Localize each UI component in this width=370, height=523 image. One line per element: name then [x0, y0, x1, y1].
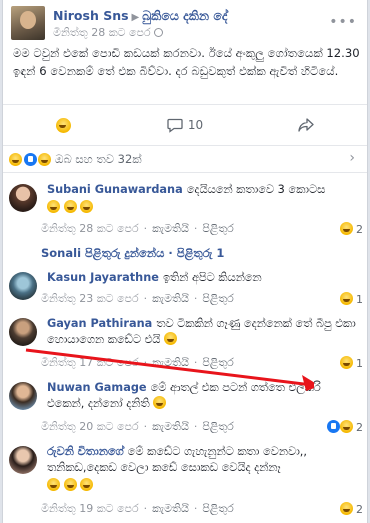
reactions-summary[interactable]: ඔබ සහ තව 32ක් ›	[3, 147, 367, 173]
haha-reaction-icon	[339, 502, 353, 515]
replies-author: Sonali පිළිතුරු දුන්නේය	[41, 246, 165, 260]
comment-text: රුවනි විතානගේ මේ කඩේට ගැහැනුන්ට කතා වෙනවා…	[47, 444, 357, 494]
comment-text: Subani Gunawardana දෙයියනේ කතාවෙ 3 කොටස	[47, 182, 357, 216]
like-link[interactable]: කැමතියි	[152, 356, 189, 369]
commenter-name[interactable]: Nuwan Gamage	[47, 381, 147, 394]
reply-link[interactable]: පිළිතුර	[202, 420, 233, 433]
post-body: මම ටවුන් එකේ පොඩි කඩයක් කරනවා. ඊයේ අංකුල…	[13, 46, 360, 78]
group-name-link[interactable]: බුකියෙ දකින දේ	[142, 8, 227, 23]
comment-time[interactable]: මිනිත්තු 17 කට පෙර	[41, 356, 139, 369]
comment-time[interactable]: මිනිත්තු 28 කට පෙර	[41, 222, 139, 235]
haha-emoji-icon	[164, 332, 177, 345]
comment-text: Kasun Jayarathne ඉතින් අපිට කියන්නෙ	[47, 270, 357, 286]
post-header: Nirosh Sns ▶ බුකියෙ දකින දේ මිනිත්තු 28 කට…	[11, 6, 359, 42]
comment-time[interactable]: මිනිත්තු 19 කට පෙර	[41, 502, 139, 515]
post-time-text: මිනිත්තු 28 කට පෙර	[53, 26, 151, 39]
comment-button[interactable]: 10	[124, 105, 245, 145]
post-action-bar: 10	[3, 104, 367, 146]
comment-meta: මිනිත්තු 23 කට පෙර · කැමතියි · පිළිතුර	[41, 292, 234, 305]
comment-time[interactable]: මිනිත්තු 23 කට පෙර	[41, 292, 139, 305]
comment-body: ඉතින් අපිට කියන්නෙ	[162, 271, 262, 284]
like-link[interactable]: කැමතියි	[152, 292, 189, 305]
comment-icon	[167, 118, 183, 133]
reply-link[interactable]: පිළිතුර	[202, 292, 233, 305]
haha-emoji-icon	[153, 396, 167, 409]
comment-count: 10	[187, 118, 204, 132]
reaction-count-text: 2	[356, 503, 363, 516]
like-link[interactable]: කැමතියි	[152, 420, 189, 433]
reaction-count-text: 2	[356, 223, 363, 236]
commenter-name[interactable]: රුවනි විතානගේ	[47, 445, 124, 458]
haha-reaction-icon	[9, 153, 22, 166]
haha-emoji-icon	[80, 478, 94, 491]
like-link[interactable]: කැමතියි	[152, 502, 189, 515]
comment-body: දෙයියනේ කතාවෙ 3 කොටස	[186, 183, 326, 196]
reply-link[interactable]: පිළිතුර	[202, 502, 233, 515]
haha-emoji-icon	[63, 200, 77, 213]
globe-icon	[153, 28, 163, 37]
author-avatar[interactable]	[11, 6, 45, 40]
comment-time[interactable]: මිනිත්තු 20 කට පෙර	[41, 420, 139, 433]
post-timestamp[interactable]: මිනිත්තු 28 කට පෙර	[53, 26, 163, 40]
haha-reaction-icon	[339, 356, 353, 369]
haha-emoji-icon	[56, 117, 72, 133]
wow-reaction-icon	[38, 153, 52, 166]
share-button[interactable]	[246, 105, 367, 145]
post-card: Nirosh Sns ▶ බුකියෙ දකින දේ මිනිත්තු 28 කට…	[2, 0, 368, 523]
view-replies-link[interactable]: Sonali පිළිතුරු දුන්නේය · පිළිතුරු 1	[41, 246, 224, 261]
commenter-avatar[interactable]	[9, 446, 37, 474]
reply-link[interactable]: පිළිතුර	[202, 356, 233, 369]
commenter-name[interactable]: Gayan Pathirana	[47, 317, 152, 330]
commenter-name[interactable]: Subani Gunawardana	[47, 183, 183, 196]
replies-count: පිළිතුරු 1	[176, 246, 225, 260]
haha-emoji-icon	[63, 478, 77, 491]
comment-reaction-count[interactable]: 1	[339, 292, 363, 306]
haha-reaction-icon	[339, 420, 353, 433]
arrow-right-icon: ▶	[131, 12, 140, 23]
comment-reaction-count[interactable]: 1	[339, 356, 363, 370]
comment-meta: මිනිත්තු 20 කට පෙර · කැමතියි · පිළිතුර	[41, 420, 234, 433]
post-title: Nirosh Sns ▶ බුකියෙ දකින දේ	[53, 8, 227, 24]
reaction-icons	[9, 153, 52, 167]
like-reaction-icon	[23, 153, 37, 166]
more-options-icon[interactable]: •••	[329, 14, 357, 30]
reaction-count-text: 1	[356, 293, 363, 306]
comment-reaction-count[interactable]: 2	[339, 502, 363, 516]
commenter-avatar[interactable]	[9, 184, 37, 212]
comment-meta: මිනිත්තු 17 කට පෙර · කැමතියි · පිළිතුර	[41, 356, 234, 369]
comment-text: Gayan Pathirana තව ටිකකින් ගෑණු දෙන්නෙක් …	[47, 316, 357, 348]
react-button[interactable]	[3, 105, 124, 145]
like-link[interactable]: කැමතියි	[152, 222, 189, 235]
reactions-summary-text: ඔබ සහ තව 32ක්	[55, 152, 142, 166]
comment-meta: මිනිත්තු 28 කට පෙර · කැමතියි · පිළිතුර	[41, 222, 234, 235]
author-name-link[interactable]: Nirosh Sns	[53, 8, 129, 23]
haha-reaction-icon	[339, 222, 353, 235]
chevron-right-icon[interactable]: ›	[349, 150, 355, 166]
reaction-count-text: 2	[356, 421, 363, 434]
share-icon	[298, 118, 314, 132]
reply-link[interactable]: පිළිතුර	[202, 222, 233, 235]
commenter-avatar[interactable]	[9, 318, 37, 346]
reaction-count-text: 1	[356, 357, 363, 370]
commenter-name[interactable]: Kasun Jayarathne	[47, 271, 159, 284]
comment-text: Nuwan Gamage මේ ආතල් එක පටන් ගත්තෙ එලකිරි…	[47, 380, 357, 412]
haha-reaction-icon	[339, 292, 353, 305]
haha-emoji-icon	[47, 200, 60, 213]
comment-reaction-count[interactable]: 2	[326, 420, 363, 434]
like-reaction-icon	[326, 420, 340, 433]
commenter-avatar[interactable]	[9, 272, 37, 300]
comment-reaction-count[interactable]: 2	[339, 222, 363, 236]
haha-emoji-icon	[80, 200, 94, 213]
haha-emoji-icon	[47, 478, 60, 491]
comment-meta: මිනිත්තු 19 කට පෙර · කැමතියි · පිළිතුර	[41, 502, 234, 515]
commenter-avatar[interactable]	[9, 382, 37, 410]
